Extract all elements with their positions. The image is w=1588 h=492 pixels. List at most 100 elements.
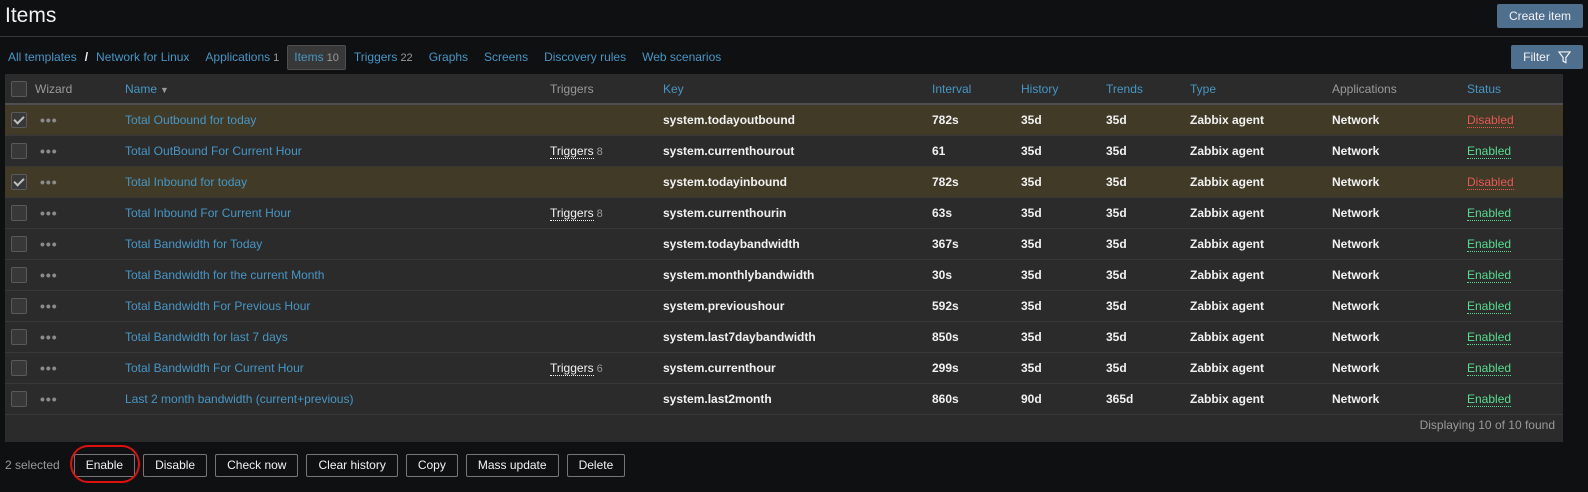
tab-items[interactable]: Items 10 [287,44,346,70]
key-cell: system.todayinbound [663,166,932,198]
mass-update-button[interactable]: Mass update [465,453,559,477]
item-name-link[interactable]: Total OutBound For Current Hour [125,144,302,158]
status-toggle[interactable]: Enabled [1467,268,1512,283]
history-cell: 35d [1021,259,1106,291]
table-row: ••• Total OutBound For Current Hour Trigge… [5,135,1563,167]
more-options-icon[interactable]: ••• [35,205,58,221]
breadcrumb-all-templates[interactable]: All templates [0,44,85,70]
row-checkbox[interactable] [11,236,27,252]
status-toggle[interactable]: Enabled [1467,237,1512,252]
status-toggle[interactable]: Disabled [1467,113,1514,128]
header-name[interactable]: Name ▼ [125,74,550,105]
wizard-cell: ••• [35,166,125,198]
status-cell: Enabled [1467,321,1563,353]
triggers-link[interactable]: Triggers [550,361,594,376]
status-toggle[interactable]: Enabled [1467,392,1512,407]
delete-button[interactable]: Delete [566,453,626,477]
breadcrumb-template[interactable]: Network for Linux [88,44,197,70]
status-cell: Disabled [1467,166,1563,198]
status-toggle[interactable]: Enabled [1467,361,1512,376]
more-options-icon[interactable]: ••• [35,360,58,376]
interval-cell: 367s [932,228,1021,260]
type-cell: Zabbix agent [1190,290,1332,322]
row-checkbox[interactable] [11,112,27,128]
more-options-icon[interactable]: ••• [35,298,58,314]
clear-history-button[interactable]: Clear history [306,453,398,477]
more-options-icon[interactable]: ••• [35,329,58,345]
create-item-button[interactable]: Create item [1496,4,1583,28]
filter-button[interactable]: Filter [1511,45,1583,69]
header-status[interactable]: Status [1467,74,1563,105]
header-trends[interactable]: Trends [1106,74,1190,105]
trends-cell: 35d [1106,228,1190,260]
select-cell [5,166,35,198]
row-checkbox[interactable] [11,360,27,376]
tab-label: Applications [205,49,271,64]
status-toggle[interactable]: Enabled [1467,206,1512,221]
row-checkbox[interactable] [11,298,27,314]
check-now-button[interactable]: Check now [215,453,299,477]
copy-button[interactable]: Copy [405,453,458,477]
item-name-link[interactable]: Total Outbound for today [125,113,256,127]
table-row: ••• Total Outbound for today system.todayo… [5,104,1563,136]
trends-cell: 35d [1106,104,1190,136]
tab-count: 10 [326,51,339,64]
status-toggle[interactable]: Disabled [1467,175,1514,190]
status-cell: Enabled [1467,290,1563,322]
tab-graphs[interactable]: Graphs [421,44,476,70]
item-name-link[interactable]: Total Bandwidth For Previous Hour [125,299,310,313]
tab-web-scenarios[interactable]: Web scenarios [634,44,729,70]
header-applications: Applications [1332,74,1467,105]
header-interval[interactable]: Interval [932,74,1021,105]
more-options-icon[interactable]: ••• [35,236,58,252]
items-table-container: Wizard Name ▼ Triggers Key Interval Histo… [5,74,1563,442]
select-all-checkbox[interactable] [11,80,27,97]
item-name-link[interactable]: Total Bandwidth for last 7 days [125,330,288,344]
row-checkbox[interactable] [11,205,27,221]
item-name-link[interactable]: Total Bandwidth For Current Hour [125,361,304,375]
item-name-link[interactable]: Total Bandwidth for Today [125,237,262,251]
trends-cell: 35d [1106,166,1190,198]
row-checkbox[interactable] [11,267,27,283]
row-checkbox[interactable] [11,174,27,190]
wizard-cell: ••• [35,259,125,291]
row-checkbox[interactable] [11,391,27,407]
trends-cell: 35d [1106,135,1190,167]
key-cell: system.monthlybandwidth [663,259,932,291]
status-toggle[interactable]: Enabled [1467,299,1512,314]
tab-applications[interactable]: Applications 1 [197,44,287,71]
name-cell: Total Inbound for today [125,166,550,198]
more-options-icon[interactable]: ••• [35,267,58,283]
item-name-link[interactable]: Total Inbound For Current Hour [125,206,291,220]
triggers-cell [550,228,663,260]
triggers-link[interactable]: Triggers [550,206,594,221]
select-cell [5,135,35,167]
item-name-link[interactable]: Total Inbound for today [125,175,247,189]
header-type[interactable]: Type [1190,74,1332,105]
status-toggle[interactable]: Enabled [1467,330,1512,345]
more-options-icon[interactable]: ••• [35,112,58,128]
disable-button[interactable]: Disable [143,453,208,477]
status-toggle[interactable]: Enabled [1467,144,1512,159]
triggers-cell [550,259,663,291]
tab-discovery-rules[interactable]: Discovery rules [536,44,634,70]
tab-screens[interactable]: Screens [476,44,536,70]
triggers-link[interactable]: Triggers [550,144,594,159]
row-checkbox[interactable] [11,143,27,159]
header-history[interactable]: History [1021,74,1106,105]
table-row: ••• Total Bandwidth For Current Hour Trigg… [5,352,1563,384]
history-cell: 35d [1021,352,1106,384]
triggers-cell: Triggers 6 [550,352,663,384]
triggers-count: 8 [596,146,603,158]
row-checkbox[interactable] [11,329,27,345]
more-options-icon[interactable]: ••• [35,174,58,190]
status-cell: Enabled [1467,197,1563,229]
item-name-link[interactable]: Total Bandwidth for the current Month [125,268,324,282]
more-options-icon[interactable]: ••• [35,143,58,159]
header-key[interactable]: Key [663,74,932,105]
more-options-icon[interactable]: ••• [35,391,58,407]
tab-triggers[interactable]: Triggers 22 [346,44,421,71]
item-name-link[interactable]: Last 2 month bandwidth (current+previous… [125,392,353,406]
name-cell: Total Outbound for today [125,104,550,136]
wizard-cell: ••• [35,197,125,229]
